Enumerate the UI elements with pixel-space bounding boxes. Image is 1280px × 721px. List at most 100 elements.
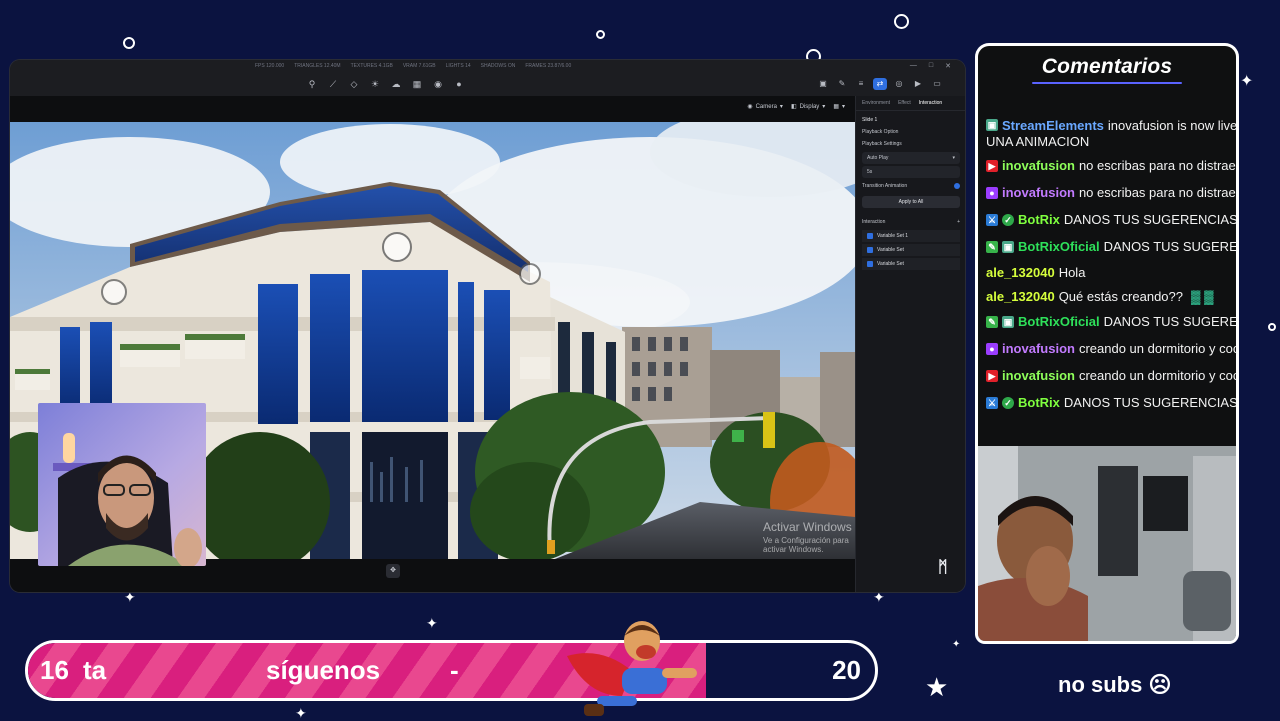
checkbox[interactable] — [867, 261, 873, 267]
chat-message: ✎ ▣ BotRixOficial DANOS TUS SUGERENCIAS. — [986, 233, 1236, 260]
variable-set-item[interactable]: Variable Set — [862, 244, 960, 256]
chat-username: inovafusion — [1002, 158, 1075, 173]
pin-icon[interactable]: ⚲ — [306, 78, 318, 90]
streamer-webcam — [38, 403, 206, 566]
display-dropdown[interactable]: ◧ Display ▾ — [791, 103, 825, 111]
minimize-button[interactable]: — — [910, 62, 917, 70]
cube-icon[interactable]: ◇ — [348, 78, 360, 90]
chevron-down-icon: ▾ — [952, 155, 955, 161]
title-bar: FPS 120.000 TRIANGLES 12.40M TEXTURES 4.… — [10, 60, 965, 74]
watermark-title: Activar Windows — [763, 520, 852, 534]
chat-panel: Comentarios ▣ StreamElements inovafusion… — [975, 43, 1239, 446]
transition-toggle[interactable] — [954, 183, 960, 189]
chat-username: BotRixOficial — [1018, 239, 1100, 254]
toolbar: ⚲ ⟋ ◇ ☀ ☁ ▦ ◉ ● ▣ ✎ ≡ ⇄ ◎ ▶ ▭ — [10, 74, 965, 97]
broadcaster-badge-icon: ▶ — [986, 369, 998, 382]
chat-continuation: UNA ANIMACION — [986, 134, 1090, 149]
bg-circle — [596, 30, 605, 39]
chat-message: ale_132040 Qué estás creando?? ▓ ▓ — [986, 284, 1236, 308]
tab-effect[interactable]: Effect — [898, 100, 911, 106]
playback-option-row[interactable]: Playback Option — [856, 126, 965, 138]
image-icon[interactable]: ▣ — [816, 78, 830, 90]
layout-dropdown[interactable]: ▦ ▾ — [833, 103, 845, 110]
goal-start-count: 16 — [40, 655, 69, 685]
bot-badge-icon: ▣ — [1002, 315, 1014, 328]
maximize-button[interactable]: □ — [929, 62, 933, 70]
bg-circle — [1268, 323, 1276, 331]
light-icon[interactable]: ☀ — [369, 78, 381, 90]
tool-group: ⚲ ⟋ ◇ ☀ ☁ ▦ ◉ ● — [306, 78, 465, 90]
bg-circle — [123, 37, 135, 49]
mod-badge-icon: ⚔ — [986, 213, 998, 226]
watermark-subtitle: Ve a Configuración para activar Windows. — [763, 536, 849, 554]
grid-icon[interactable]: ▦ — [411, 78, 423, 90]
playback-option-label: Playback Option — [862, 129, 899, 135]
edit-icon[interactable]: ✎ — [835, 78, 849, 90]
interaction-row: Interaction + — [856, 216, 965, 228]
chat-text: DANOS TUS SUGERENCIAS. — [1063, 395, 1239, 410]
chat-username: inovafusion — [1002, 185, 1075, 200]
camera-label: Camera — [755, 103, 777, 110]
readout: SHADOWS ON — [480, 63, 516, 69]
layers-icon[interactable]: ≡ — [854, 78, 868, 90]
goal-scroll-text: ta — [83, 655, 107, 685]
checkbox[interactable] — [867, 233, 873, 239]
broadcaster-badge-icon: ▶ — [986, 159, 998, 172]
chat-text: DANOS TUS SUGERENCIAS. — [1063, 212, 1239, 227]
chat-message: ● inovafusion creando un dormitorio y co… — [986, 335, 1239, 362]
bg-star: ✦ — [295, 705, 307, 721]
chat-text: Qué estás creando?? — [1058, 288, 1183, 304]
video-icon[interactable]: ▶ — [911, 78, 925, 90]
move-icon[interactable]: ✥ — [386, 564, 400, 578]
goal-scroll-text: - — [450, 655, 459, 685]
chevron-down-icon: ▾ — [779, 104, 783, 110]
viewport-controls: ◉ Camera ▾ ◧ Display ▾ ▦ ▾ — [747, 103, 845, 111]
checkbox[interactable] — [867, 247, 873, 253]
readout: TEXTURES 4.1GB — [350, 63, 393, 69]
auto-play-select[interactable]: Auto Play ▾ — [862, 152, 960, 164]
chat-username: BotRix — [1018, 395, 1060, 410]
chat-username: StreamElements — [1002, 117, 1104, 133]
apply-to-all-button[interactable]: Apply to All — [862, 196, 960, 208]
chat-text: creando un dormitorio y cocina — [1078, 368, 1239, 383]
variable-set-item[interactable]: Variable Set 1 — [862, 230, 960, 242]
variable-set-label: Variable Set — [877, 261, 904, 267]
subs-goal-label: no subs ☹ — [1058, 672, 1172, 697]
capture-icon[interactable]: ◎ — [892, 78, 906, 90]
bg-star: ✦ — [1240, 73, 1254, 90]
bg-circle — [894, 14, 909, 29]
readout: TRIANGLES 12.40M — [294, 63, 341, 69]
chat-username: BotRixOficial — [1018, 314, 1100, 329]
mod-badge-icon: ⚔ — [986, 396, 998, 409]
chat-message: ▣ StreamElements inovafusion is now live… — [986, 116, 1236, 134]
sphere-icon[interactable]: ● — [453, 78, 465, 90]
duration-field[interactable]: 5s — [862, 166, 960, 178]
readout: FRAMES 23.87/6.00 — [525, 63, 572, 69]
add-icon[interactable]: + — [957, 219, 960, 225]
chat-text: Hola — [1058, 264, 1086, 280]
close-button[interactable]: ✕ — [945, 62, 951, 70]
title-underline — [1032, 82, 1182, 84]
verified-badge-icon: ✓ — [1002, 213, 1014, 226]
bg-star: ✦ — [426, 615, 438, 631]
transition-animation-row: Transition Animation — [856, 180, 965, 192]
interaction-label: Interaction — [862, 219, 886, 225]
interaction-icon[interactable]: ⇄ — [873, 78, 887, 90]
monitor-icon[interactable]: ▭ — [930, 78, 944, 90]
camera-dropdown[interactable]: ◉ Camera ▾ — [747, 103, 783, 111]
chat-message: ale_132040 Hola — [986, 260, 1236, 284]
variable-set-item[interactable]: Variable Set — [862, 258, 960, 270]
display-label: Display — [799, 103, 820, 110]
measure-icon[interactable]: ⟋ — [327, 78, 339, 90]
cloud-icon[interactable]: ☁ — [390, 78, 402, 90]
readout: LIGHTS 14 — [445, 63, 471, 69]
tab-environment[interactable]: Environment — [862, 100, 890, 106]
camera-icon[interactable]: ◉ — [432, 78, 444, 90]
chat-message: ▶ inovafusion creando un dormitorio y co… — [986, 362, 1239, 389]
chat-text: creando un dormitorio y cocina — [1078, 341, 1239, 356]
chat-username: BotRix — [1018, 212, 1060, 227]
chevron-down-icon: ▾ — [841, 104, 845, 110]
tab-interaction[interactable]: Interaction — [919, 100, 942, 106]
layout-icon: ▦ — [833, 104, 839, 110]
window-controls: — □ ✕ — [910, 62, 951, 70]
